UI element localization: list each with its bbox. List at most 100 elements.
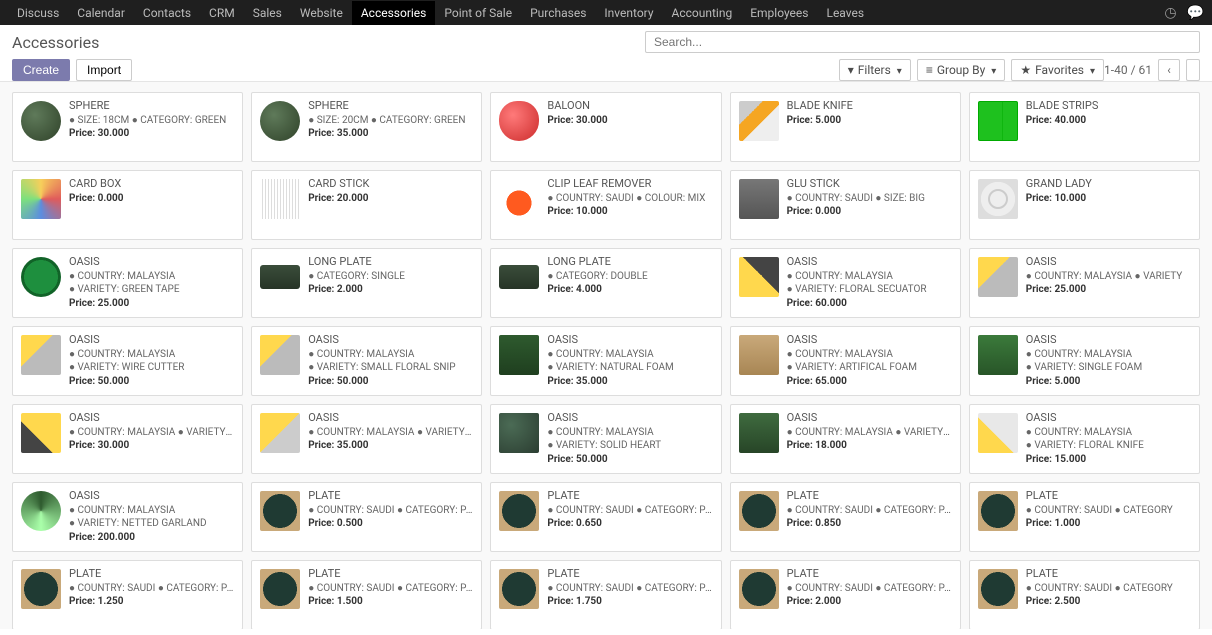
- product-thumbnail: [978, 335, 1018, 375]
- product-card[interactable]: OASIS● COUNTRY: MALAYSIA ● VARIETY: SCIS…: [251, 404, 482, 474]
- product-card[interactable]: PLATE● COUNTRY: SAUDI ● CATEGORY: PA24Pr…: [730, 560, 961, 629]
- menu-item-leaves[interactable]: Leaves: [817, 1, 873, 25]
- menu-item-crm[interactable]: CRM: [200, 1, 244, 25]
- product-price: Price: 15.000: [1026, 453, 1191, 467]
- product-thumbnail: [499, 101, 539, 141]
- pager-next-button[interactable]: [1186, 59, 1200, 81]
- filters-dropdown[interactable]: ▾ Filters: [839, 59, 911, 81]
- product-price: Price: 5.000: [1026, 375, 1191, 389]
- product-card[interactable]: OASIS● COUNTRY: MALAYSIA ● VARIETYPrice:…: [969, 248, 1200, 318]
- product-thumbnail: [499, 569, 539, 609]
- groupby-label: Group By: [937, 63, 985, 77]
- product-body: OASIS● COUNTRY: MALAYSIA ● VARIETY: DOMI…: [787, 411, 952, 467]
- product-thumbnail: [260, 491, 300, 531]
- product-body: BLADE STRIPSPrice: 40.000: [1026, 99, 1191, 155]
- product-card[interactable]: PLATE● COUNTRY: SAUDI ● CATEGORY: PA14Pr…: [730, 482, 961, 552]
- product-card[interactable]: CLIP LEAF REMOVER● COUNTRY: SAUDI ● COLO…: [490, 170, 721, 240]
- clock-icon[interactable]: ◷: [1164, 5, 1176, 21]
- product-card[interactable]: BLADE KNIFEPrice: 5.000: [730, 92, 961, 162]
- menu-item-accounting[interactable]: Accounting: [663, 1, 742, 25]
- product-card[interactable]: OASIS● COUNTRY: MALAYSIA● VARIETY: GREEN…: [12, 248, 243, 318]
- list-icon: ≡: [926, 63, 933, 77]
- product-card[interactable]: OASIS● COUNTRY: MALAYSIA● VARIETY: WIRE …: [12, 326, 243, 396]
- product-card[interactable]: OASIS● COUNTRY: MALAYSIA● VARIETY: FLORA…: [730, 248, 961, 318]
- product-card[interactable]: PLATE● COUNTRY: SAUDI ● CATEGORYPrice: 1…: [969, 482, 1200, 552]
- product-card[interactable]: OASIS● COUNTRY: MALAYSIA● VARIETY: FLORA…: [969, 404, 1200, 474]
- product-name: SPHERE: [308, 99, 473, 114]
- menu-item-inventory[interactable]: Inventory: [595, 1, 662, 25]
- product-card[interactable]: PLATE● COUNTRY: SAUDI ● CATEGORY: PA10Pr…: [251, 482, 482, 552]
- product-card[interactable]: OASIS● COUNTRY: MALAYSIA ● VARIETY: DOMI…: [730, 404, 961, 474]
- product-thumbnail: [739, 335, 779, 375]
- product-card[interactable]: OASIS● COUNTRY: MALAYSIA● VARIETY: NETTE…: [12, 482, 243, 552]
- product-card[interactable]: SPHERE● SIZE: 18CM ● CATEGORY: GREENPric…: [12, 92, 243, 162]
- menu-item-employees[interactable]: Employees: [741, 1, 817, 25]
- product-thumbnail: [21, 179, 61, 219]
- product-card[interactable]: PLATE● COUNTRY: SAUDI ● CATEGORYPrice: 2…: [969, 560, 1200, 629]
- product-body: BLADE KNIFEPrice: 5.000: [787, 99, 952, 155]
- create-button[interactable]: Create: [12, 59, 70, 81]
- product-card[interactable]: PLATE● COUNTRY: SAUDI ● CATEGORY: PA22Pr…: [490, 560, 721, 629]
- product-card[interactable]: CARD BOXPrice: 0.000: [12, 170, 243, 240]
- product-card[interactable]: OASIS● COUNTRY: MALAYSIA● VARIETY: SOLID…: [490, 404, 721, 474]
- product-card[interactable]: CARD STICKPrice: 20.000: [251, 170, 482, 240]
- product-attributes: ● CATEGORY: DOUBLE: [547, 270, 712, 284]
- product-card[interactable]: PLATE● COUNTRY: SAUDI ● CATEGORY: PA12Pr…: [490, 482, 721, 552]
- product-name: OASIS: [69, 333, 234, 348]
- product-thumbnail: [21, 413, 61, 453]
- product-card[interactable]: SPHERE● SIZE: 20CM ● CATEGORY: GREENPric…: [251, 92, 482, 162]
- groupby-dropdown[interactable]: ≡ Group By: [917, 59, 1006, 81]
- product-card[interactable]: OASIS● COUNTRY: MALAYSIA● VARIETY: NATUR…: [490, 326, 721, 396]
- product-thumbnail: [978, 491, 1018, 531]
- menu-item-contacts[interactable]: Contacts: [134, 1, 200, 25]
- pager-range: 1-40 / 61: [1104, 63, 1152, 77]
- product-card[interactable]: BLADE STRIPSPrice: 40.000: [969, 92, 1200, 162]
- product-card[interactable]: LONG PLATE● CATEGORY: SINGLEPrice: 2.000: [251, 248, 482, 318]
- product-price: Price: 30.000: [69, 127, 234, 141]
- menu-item-accessories[interactable]: Accessories: [352, 1, 436, 25]
- product-card[interactable]: PLATE● COUNTRY: SAUDI ● CATEGORY: PA18Pr…: [12, 560, 243, 629]
- product-price: Price: 40.000: [1026, 114, 1191, 128]
- product-card[interactable]: OASIS● COUNTRY: MALAYSIA● VARIETY: SINGL…: [969, 326, 1200, 396]
- product-name: OASIS: [69, 411, 234, 426]
- chat-icon[interactable]: 💬: [1187, 5, 1204, 21]
- menu-item-calendar[interactable]: Calendar: [68, 1, 134, 25]
- filters-label: Filters: [858, 63, 891, 77]
- import-button[interactable]: Import: [76, 59, 132, 81]
- product-card[interactable]: OASIS● COUNTRY: MALAYSIA● VARIETY: ARTIF…: [730, 326, 961, 396]
- product-card[interactable]: OASIS● COUNTRY: MALAYSIA ● VARIETY: PEN …: [12, 404, 243, 474]
- product-thumbnail: [739, 569, 779, 609]
- product-attributes: ● COUNTRY: SAUDI ● COLOUR: MIX: [547, 192, 712, 206]
- product-attributes: ● COUNTRY: SAUDI ● CATEGORY: PA22: [547, 582, 712, 596]
- menu-item-purchases[interactable]: Purchases: [521, 1, 595, 25]
- menu-item-sales[interactable]: Sales: [244, 1, 291, 25]
- product-attributes: ● VARIETY: SINGLE FOAM: [1026, 361, 1191, 375]
- product-name: OASIS: [1026, 255, 1191, 270]
- product-card[interactable]: LONG PLATE● CATEGORY: DOUBLEPrice: 4.000: [490, 248, 721, 318]
- product-attributes: ● COUNTRY: MALAYSIA: [69, 504, 234, 518]
- product-attributes: ● VARIETY: NETTED GARLAND: [69, 517, 234, 531]
- pager-prev-button[interactable]: ‹: [1158, 59, 1180, 81]
- product-card[interactable]: GRAND LADYPrice: 10.000: [969, 170, 1200, 240]
- product-attributes: ● COUNTRY: SAUDI ● CATEGORY: PA12: [547, 504, 712, 518]
- menu-item-discuss[interactable]: Discuss: [8, 1, 68, 25]
- favorites-dropdown[interactable]: ★ Favorites: [1011, 59, 1104, 81]
- product-price: Price: 5.000: [787, 114, 952, 128]
- product-body: PLATE● COUNTRY: SAUDI ● CATEGORY: PA10Pr…: [308, 489, 473, 545]
- product-card[interactable]: PLATE● COUNTRY: SAUDI ● CATEGORY: PA20Pr…: [251, 560, 482, 629]
- product-body: CARD BOXPrice: 0.000: [69, 177, 234, 233]
- product-name: SPHERE: [69, 99, 234, 114]
- menu-item-website[interactable]: Website: [291, 1, 352, 25]
- product-price: Price: 2.500: [1026, 595, 1191, 609]
- product-card[interactable]: BALOONPrice: 30.000: [490, 92, 721, 162]
- product-price: Price: 30.000: [547, 114, 712, 128]
- product-body: OASIS● COUNTRY: MALAYSIA● VARIETY: NETTE…: [69, 489, 234, 545]
- product-attributes: ● COUNTRY: SAUDI ● CATEGORY: PA20: [308, 582, 473, 596]
- search-input[interactable]: [645, 31, 1200, 53]
- product-attributes: ● VARIETY: SOLID HEART: [547, 439, 712, 453]
- menu-item-point-of-sale[interactable]: Point of Sale: [435, 1, 521, 25]
- product-attributes: ● COUNTRY: MALAYSIA: [787, 348, 952, 362]
- product-card[interactable]: OASIS● COUNTRY: MALAYSIA● VARIETY: SMALL…: [251, 326, 482, 396]
- product-price: Price: 4.000: [547, 283, 712, 297]
- product-card[interactable]: GLU STICK● COUNTRY: SAUDI ● SIZE: BIGPri…: [730, 170, 961, 240]
